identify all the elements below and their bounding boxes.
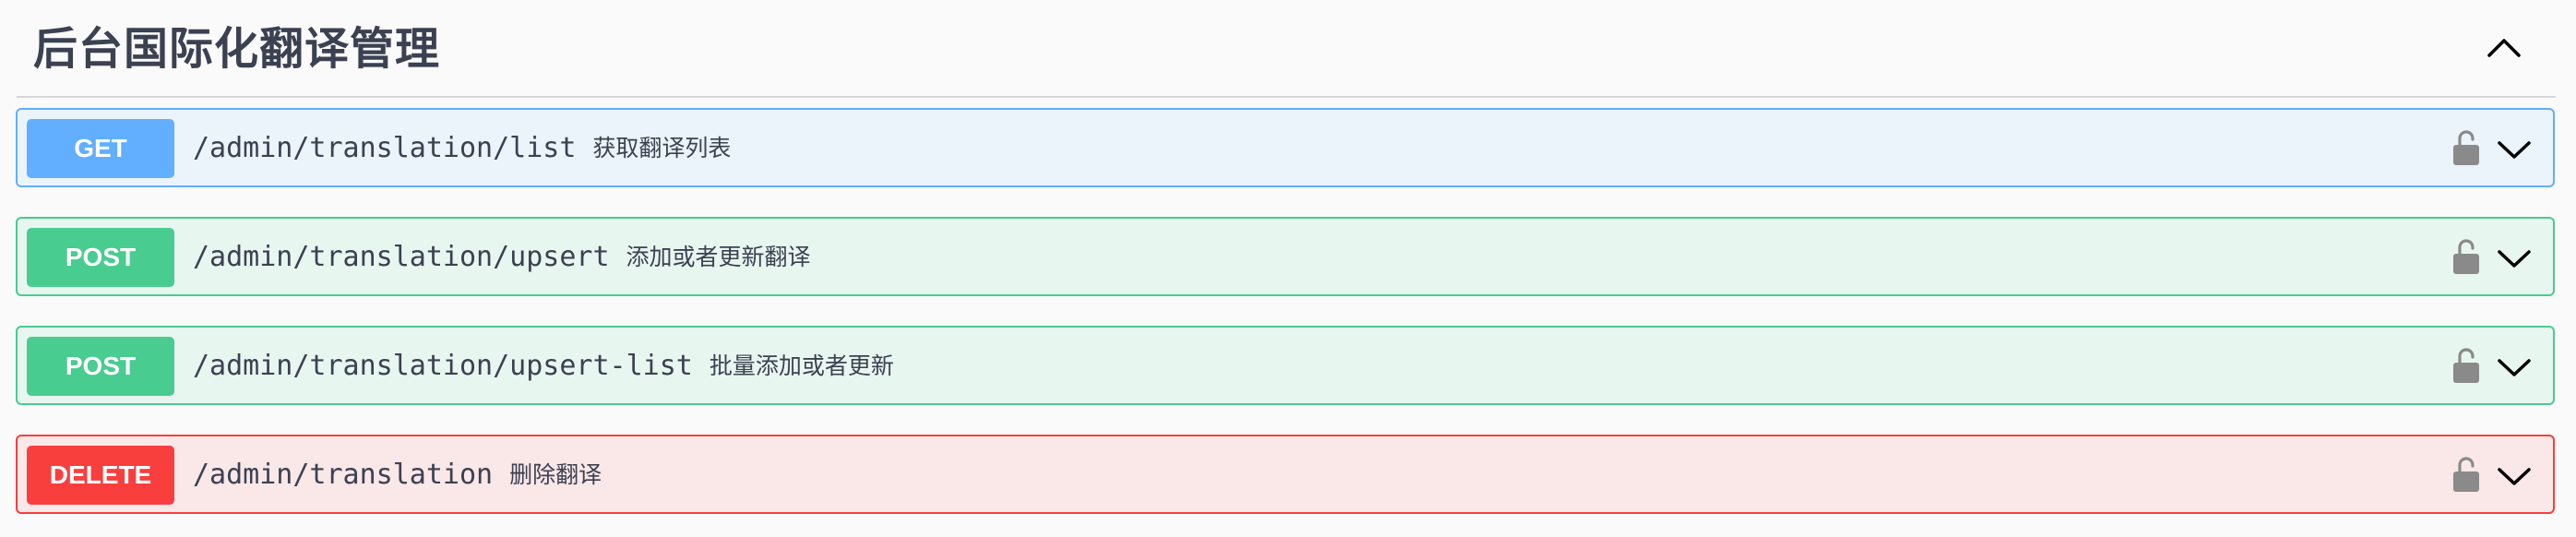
method-badge: GET	[27, 119, 174, 178]
api-tag-section: 后台国际化翻译管理 GET /admin/translation/list 获取翻…	[0, 0, 2576, 537]
method-badge: DELETE	[27, 446, 174, 505]
chevron-down-icon[interactable]	[2496, 134, 2533, 163]
unlocked-icon[interactable]	[2451, 129, 2481, 166]
chevron-down-icon[interactable]	[2496, 352, 2533, 381]
operation-path[interactable]: /admin/translation/upsert-list 批量添加或者更新	[193, 348, 894, 385]
operation-post-translation-upsert[interactable]: POST /admin/translation/upsert 添加或者更新翻译	[16, 217, 2555, 296]
operation-post-translation-upsert-list[interactable]: POST /admin/translation/upsert-list 批量添加或…	[16, 326, 2555, 405]
operation-delete-translation[interactable]: DELETE /admin/translation 删除翻译	[16, 435, 2555, 514]
section-title[interactable]: 后台国际化翻译管理	[33, 18, 440, 79]
section-header[interactable]: 后台国际化翻译管理	[17, 0, 2556, 98]
unlocked-icon[interactable]	[2451, 238, 2481, 275]
operation-path[interactable]: /admin/translation 删除翻译	[193, 457, 602, 494]
operation-summary: 批量添加或者更新	[709, 352, 894, 379]
operation-path[interactable]: /admin/translation/upsert 添加或者更新翻译	[193, 239, 811, 276]
operation-summary: 删除翻译	[509, 461, 602, 488]
method-badge: POST	[27, 337, 174, 396]
operation-get-translation-list[interactable]: GET /admin/translation/list 获取翻译列表	[16, 108, 2555, 187]
operation-summary: 获取翻译列表	[592, 135, 732, 161]
unlocked-icon[interactable]	[2451, 456, 2481, 493]
operation-path[interactable]: /admin/translation/list 获取翻译列表	[193, 130, 731, 167]
chevron-down-icon[interactable]	[2496, 460, 2533, 490]
unlocked-icon[interactable]	[2451, 347, 2481, 384]
method-badge: POST	[27, 228, 174, 287]
operation-summary: 添加或者更新翻译	[626, 244, 811, 270]
chevron-down-icon[interactable]	[2496, 243, 2533, 272]
chevron-up-icon[interactable]	[2482, 28, 2526, 68]
